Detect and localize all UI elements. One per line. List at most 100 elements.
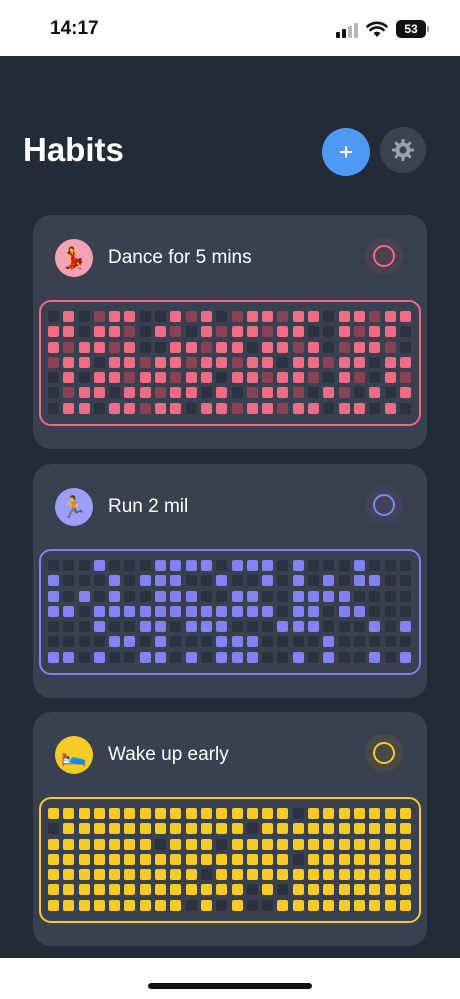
grid-cell <box>353 636 365 648</box>
grid-cell <box>124 402 136 414</box>
grid-cell <box>308 838 320 850</box>
grid-cell <box>369 341 381 353</box>
habit-check-button[interactable] <box>365 486 403 524</box>
grid-cell <box>353 899 365 911</box>
grid-cell <box>277 884 289 896</box>
grid-cell <box>292 575 304 587</box>
grid-cell <box>109 823 121 835</box>
status-time: 14:17 <box>50 18 99 39</box>
grid-cell <box>93 853 105 865</box>
grid-cell <box>216 590 228 602</box>
grid-cell <box>308 884 320 896</box>
grid-cell <box>231 651 243 663</box>
grid-cell <box>246 899 258 911</box>
grid-cell <box>48 326 59 338</box>
grid-cell <box>185 356 197 368</box>
habit-card[interactable]: 💃 Dance for 5 mins <box>33 215 427 449</box>
grid-cell <box>231 372 243 384</box>
wifi-icon <box>366 21 388 37</box>
grid-cell <box>292 402 304 414</box>
grid-cell <box>109 869 121 881</box>
grid-cell <box>338 869 350 881</box>
grid-cell <box>78 575 90 587</box>
grid-cell <box>78 326 90 338</box>
grid-cell <box>353 402 365 414</box>
grid-cell <box>353 341 365 353</box>
grid-cell <box>308 372 320 384</box>
grid-cell <box>185 869 197 881</box>
grid-cell <box>109 372 121 384</box>
grid-cell <box>170 869 182 881</box>
grid-cell <box>124 590 136 602</box>
grid-cell <box>369 838 381 850</box>
grid-cell <box>200 311 212 322</box>
habit-card[interactable]: 🛌 Wake up early <box>33 712 427 946</box>
grid-cell <box>323 356 335 368</box>
grid-cell <box>155 636 167 648</box>
home-indicator[interactable] <box>148 983 312 989</box>
grid-cell <box>384 884 396 896</box>
grid-cell <box>369 884 381 896</box>
grid-cell <box>277 311 289 322</box>
grid-cell <box>78 853 90 865</box>
grid-cell <box>231 387 243 399</box>
grid-cell <box>216 621 228 633</box>
grid-cell <box>200 621 212 633</box>
grid-cell <box>216 372 228 384</box>
grid-cell <box>48 402 59 414</box>
add-habit-button[interactable] <box>322 128 370 176</box>
grid-cell <box>155 341 167 353</box>
grid-cell <box>399 651 411 663</box>
habit-check-button[interactable] <box>365 734 403 772</box>
grid-cell <box>170 575 182 587</box>
grid-cell <box>78 651 90 663</box>
grid-cell <box>216 636 228 648</box>
grid-cell <box>262 636 274 648</box>
grid-cell <box>369 326 381 338</box>
grid-cell <box>109 621 121 633</box>
grid-cell <box>200 402 212 414</box>
grid-cell <box>353 575 365 587</box>
grid-cell <box>262 808 274 819</box>
grid-cell <box>78 590 90 602</box>
grid-cell <box>155 823 167 835</box>
grid-cell <box>353 808 365 819</box>
grid-cell <box>63 560 75 571</box>
grid-cell <box>170 884 182 896</box>
grid-cell <box>63 341 75 353</box>
grid-cell <box>93 605 105 617</box>
grid-cell <box>93 869 105 881</box>
grid-cell <box>323 387 335 399</box>
grid-cell <box>246 651 258 663</box>
habit-card[interactable]: 🏃 Run 2 mil <box>33 464 427 698</box>
grid-cell <box>48 884 59 896</box>
grid-cell <box>48 636 59 648</box>
grid-cell <box>109 651 121 663</box>
grid-cell <box>262 899 274 911</box>
grid-cell <box>185 402 197 414</box>
grid-cell <box>323 372 335 384</box>
settings-button[interactable] <box>380 127 426 173</box>
grid-cell <box>231 869 243 881</box>
grid-cell <box>277 402 289 414</box>
grid-cell <box>262 853 274 865</box>
grid-cell <box>139 326 151 338</box>
grid-cell <box>155 605 167 617</box>
grid-cell <box>48 356 59 368</box>
grid-cell <box>369 621 381 633</box>
grid-cell <box>246 590 258 602</box>
grid-cell <box>124 575 136 587</box>
grid-cell <box>338 823 350 835</box>
grid-cell <box>308 808 320 819</box>
grid-cell <box>384 575 396 587</box>
grid-cell <box>200 636 212 648</box>
grid-cell <box>78 884 90 896</box>
habit-check-button[interactable] <box>365 237 403 275</box>
grid-cell <box>170 311 182 322</box>
grid-cell <box>308 899 320 911</box>
battery-icon: 53 <box>396 20 426 38</box>
signal-icon <box>336 22 360 38</box>
grid-cell <box>353 621 365 633</box>
grid-cell <box>124 356 136 368</box>
grid-cell <box>338 560 350 571</box>
